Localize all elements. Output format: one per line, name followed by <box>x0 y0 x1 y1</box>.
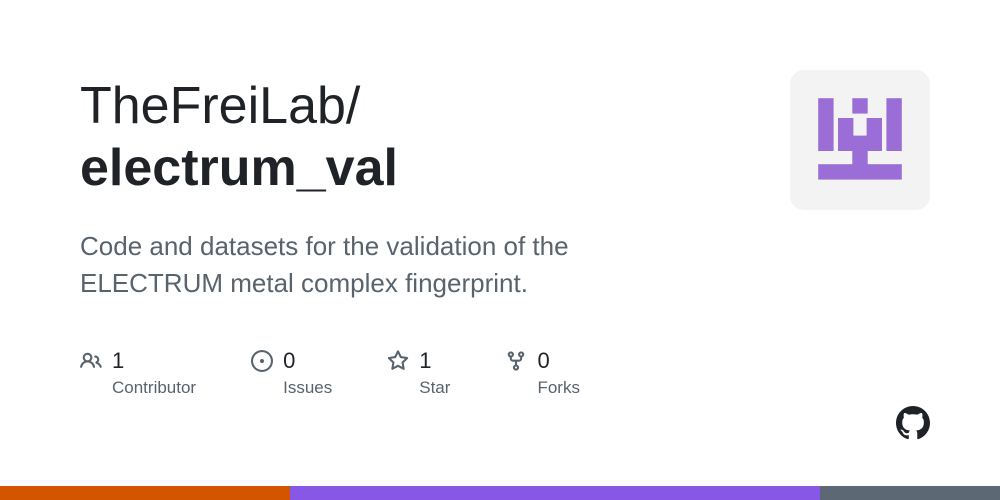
contributors-label: Contributor <box>112 378 196 398</box>
issues-label: Issues <box>283 378 332 398</box>
github-logo <box>896 406 930 445</box>
stars-label: Star <box>419 378 450 398</box>
stat-issues: 0 Issues <box>251 348 332 398</box>
repo-description: Code and datasets for the validation of … <box>80 228 700 303</box>
people-icon <box>80 350 102 372</box>
repo-owner: TheFreiLab/ <box>80 77 360 135</box>
star-icon <box>387 350 409 372</box>
stripe-segment-orange <box>0 486 290 500</box>
fork-icon <box>505 350 527 372</box>
contributors-count: 1 <box>112 348 124 374</box>
stat-stars: 1 Star <box>387 348 450 398</box>
stripe-segment-purple <box>290 486 820 500</box>
github-icon <box>896 406 930 440</box>
stat-forks: 0 Forks <box>505 348 580 398</box>
identicon-icon <box>805 85 915 195</box>
stars-count: 1 <box>419 348 431 374</box>
forks-count: 0 <box>537 348 549 374</box>
language-stripe <box>0 486 1000 500</box>
issue-icon <box>251 350 273 372</box>
issues-count: 0 <box>283 348 295 374</box>
stripe-segment-gray <box>820 486 1000 500</box>
repo-avatar <box>790 70 930 210</box>
stat-contributors: 1 Contributor <box>80 348 196 398</box>
repo-stats: 1 Contributor 0 Issues 1 Star 0 Forks <box>80 348 920 398</box>
forks-label: Forks <box>537 378 580 398</box>
